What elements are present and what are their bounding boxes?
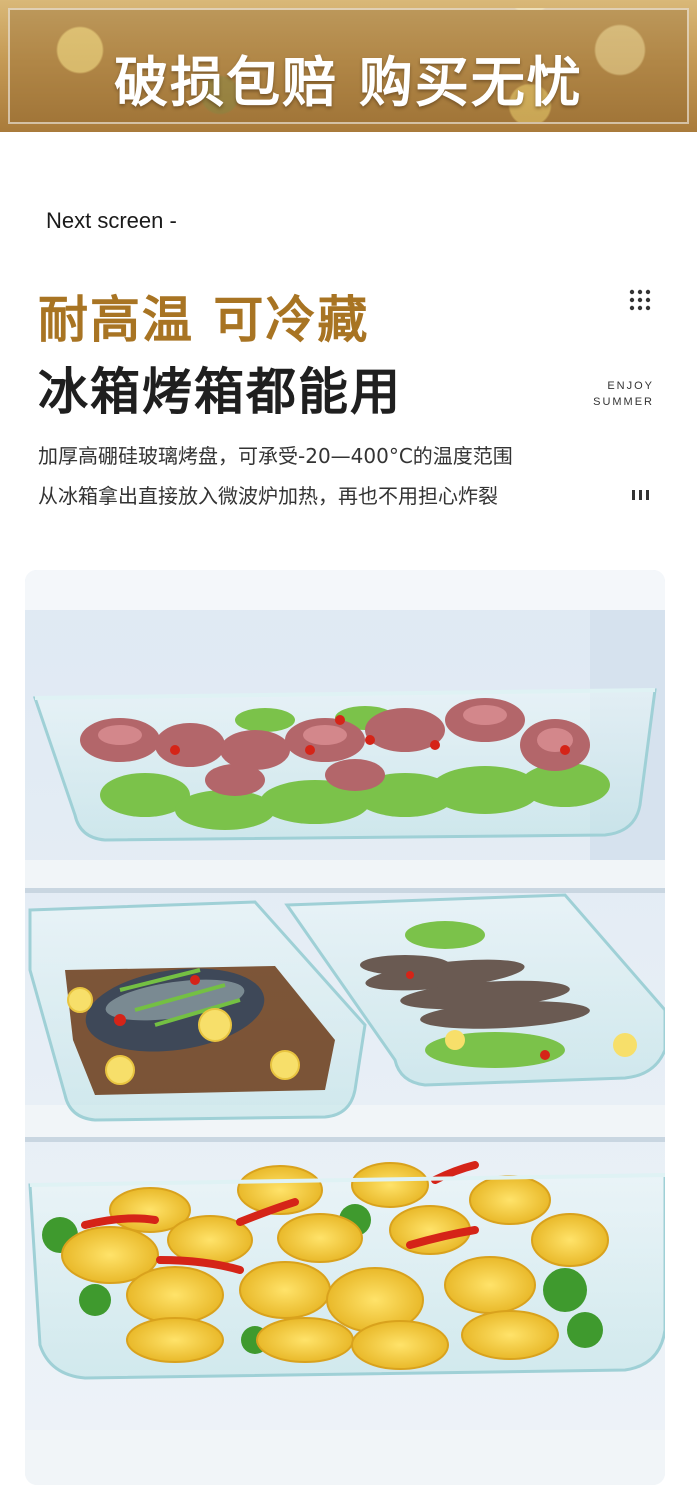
baking-dish-meat [32,688,657,842]
shelf-1-edge [25,888,665,893]
fridge-bottom [25,1430,665,1485]
tagline-line-1: ENJOY [607,380,654,392]
next-screen-link[interactable]: Next screen - [46,208,177,234]
shelf-2-edge [25,1137,665,1142]
bars-icon [632,490,649,500]
fridge-illustration [25,570,665,1485]
enjoy-summer-tagline: ENJOY SUMMER [586,378,654,410]
fridge-product-photo [25,570,665,1485]
headline-primary: 耐高温 可冷藏 [38,291,370,349]
tagline-line-2: SUMMER [593,396,654,408]
glass-shelf-1 [25,860,665,888]
top-banner: 破损包赔 购买无忧 [0,0,697,132]
fridge-top [25,570,665,610]
banner-title: 破损包赔 购买无忧 [114,51,583,114]
grid-dots-icon [629,289,651,311]
description-line-2: 从冰箱拿出直接放入微波炉加热，再也不用担心炸裂 [38,484,498,508]
description-line-1: 加厚高硼硅玻璃烤盘，可承受-20—400°C的温度范围 [38,444,513,468]
headline-secondary: 冰箱烤箱都能用 [38,363,402,421]
baking-dish-corn [28,1161,665,1380]
